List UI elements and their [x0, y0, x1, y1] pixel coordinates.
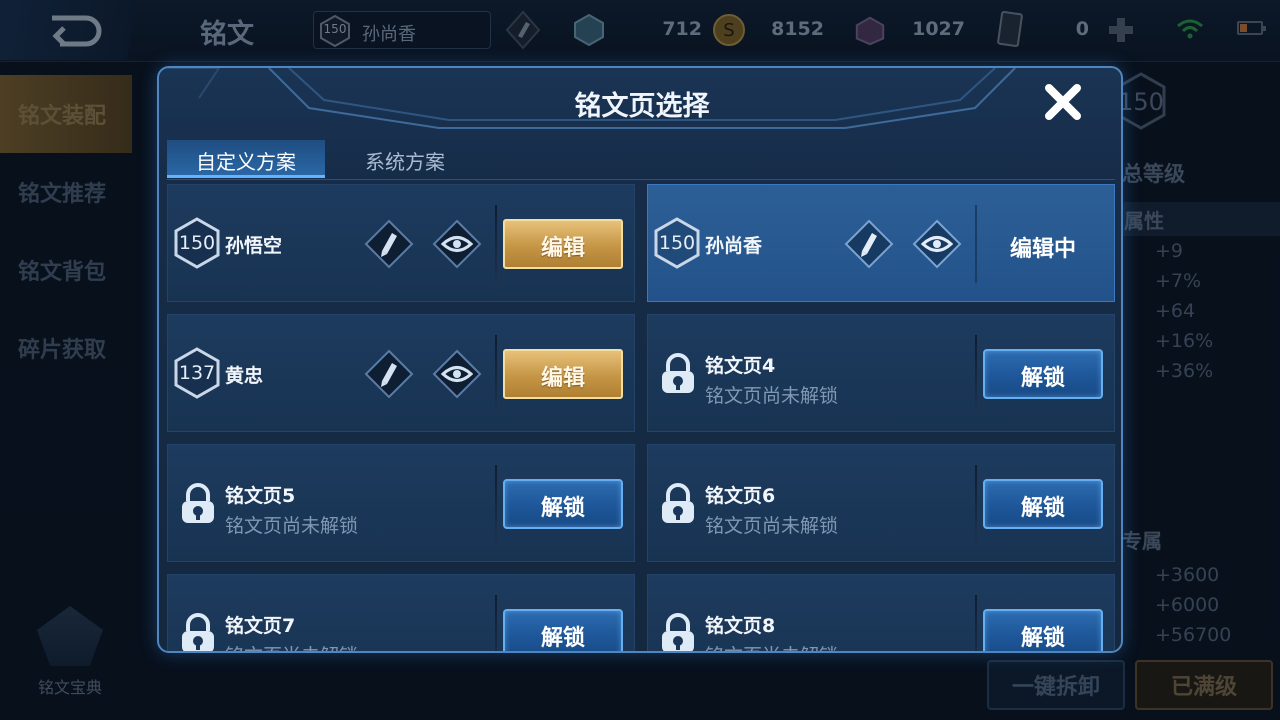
editing-status: 编辑中 [1009, 237, 1076, 262]
edit-button[interactable]: 编辑 [503, 349, 623, 399]
pencil-icon [364, 219, 414, 269]
locked-page-card: 铭文页6 铭文页尚未解锁 解锁 [647, 444, 1115, 562]
tab-bar: 自定义方案 系统方案 [167, 140, 1115, 180]
locked-hint: 铭文页尚未解锁 [705, 641, 838, 651]
close-icon [1045, 84, 1081, 120]
divider [495, 335, 497, 413]
lock-icon [662, 483, 694, 523]
tab-custom[interactable]: 自定义方案 [167, 140, 325, 178]
unlock-button[interactable]: 解锁 [503, 609, 623, 651]
locked-page-card: 铭文页7 铭文页尚未解锁 解锁 [167, 574, 635, 651]
lock-icon [182, 613, 214, 651]
page-name: 铭文页6 [705, 485, 776, 507]
pencil-icon [364, 349, 414, 399]
rune-page-card-current[interactable]: 150 孙尚香 编辑中 [647, 184, 1115, 302]
dialog-title: 铭文页选择 [574, 91, 710, 122]
rune-page-card[interactable]: 150 孙悟空 编辑 [167, 184, 635, 302]
lock-icon [662, 353, 694, 393]
eye-icon [432, 349, 482, 399]
level-badge: 137 [174, 347, 220, 399]
pencil-icon [844, 219, 894, 269]
tab-system[interactable]: 系统方案 [325, 140, 485, 178]
divider [495, 205, 497, 283]
preview-button[interactable] [912, 219, 962, 269]
lock-icon [662, 613, 694, 651]
unlock-button[interactable]: 解锁 [503, 479, 623, 529]
divider [975, 205, 977, 283]
divider [975, 335, 977, 413]
divider [495, 465, 497, 543]
divider [495, 595, 497, 651]
unlock-button[interactable]: 解锁 [983, 479, 1103, 529]
locked-hint: 铭文页尚未解锁 [705, 385, 839, 407]
page-name: 铭文页8 [705, 615, 776, 637]
page-name: 铭文页7 [225, 615, 296, 637]
unlock-button[interactable]: 解锁 [983, 609, 1103, 651]
rune-page-dialog: 铭文页选择 自定义方案 系统方案 150 孙悟空 编辑 150 孙尚香 编辑中 … [157, 66, 1123, 653]
locked-page-card: 铭文页8 铭文页尚未解锁 解锁 [647, 574, 1115, 651]
locked-hint: 铭文页尚未解锁 [225, 641, 358, 651]
preview-button[interactable] [432, 219, 482, 269]
page-name: 铭文页5 [225, 485, 296, 507]
locked-page-card: 铭文页5 铭文页尚未解锁 解锁 [167, 444, 635, 562]
hero-name: 孙尚香 [705, 235, 763, 257]
locked-page-card: 铭文页4 铭文页尚未解锁 解锁 [647, 314, 1115, 432]
rename-button[interactable] [364, 349, 414, 399]
divider [975, 595, 977, 651]
page-name: 铭文页4 [705, 355, 776, 377]
hero-name: 黄忠 [225, 365, 264, 387]
locked-hint: 铭文页尚未解锁 [225, 515, 359, 537]
locked-hint: 铭文页尚未解锁 [705, 515, 839, 537]
hero-name: 孙悟空 [225, 235, 283, 257]
rune-page-card[interactable]: 137 黄忠 编辑 [167, 314, 635, 432]
level-badge: 150 [654, 217, 700, 269]
divider [975, 465, 977, 543]
rename-button[interactable] [364, 219, 414, 269]
edit-button[interactable]: 编辑 [503, 219, 623, 269]
unlock-button[interactable]: 解锁 [983, 349, 1103, 399]
rune-page-list: 150 孙悟空 编辑 150 孙尚香 编辑中 137 黄忠 编辑 铭文页4 铭文… [167, 184, 1115, 651]
preview-button[interactable] [432, 349, 482, 399]
eye-icon [912, 219, 962, 269]
lock-icon [182, 483, 214, 523]
level-badge: 150 [174, 217, 220, 269]
eye-icon [432, 219, 482, 269]
rename-button[interactable] [844, 219, 894, 269]
close-button[interactable] [1039, 78, 1087, 126]
